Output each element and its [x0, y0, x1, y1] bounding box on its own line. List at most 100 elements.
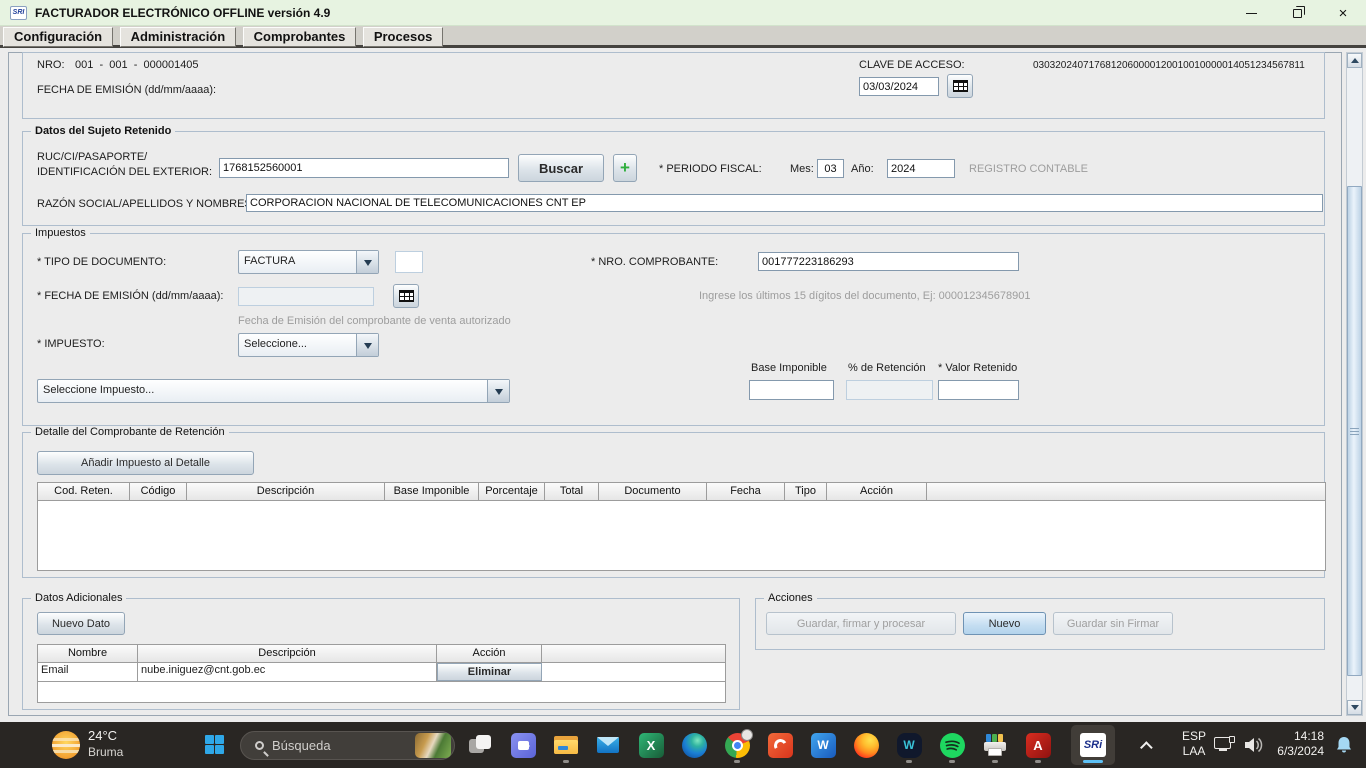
foxit-pdf-icon — [768, 733, 793, 758]
window-title: FACTURADOR ELECTRÓNICO OFFLINE versión 4… — [35, 6, 330, 20]
menu-procesos[interactable]: Procesos — [363, 27, 444, 47]
pct-retencion-input[interactable] — [846, 380, 933, 400]
guardar-sin-firmar-button[interactable]: Guardar sin Firmar — [1053, 612, 1173, 635]
fecha-emision-label: FECHA DE EMISIÓN (dd/mm/aaaa): — [37, 84, 216, 96]
weather-desc[interactable]: Bruma — [88, 745, 123, 759]
search-icon — [255, 741, 264, 750]
weather-icon[interactable] — [52, 731, 80, 759]
edge-button[interactable] — [674, 725, 714, 765]
taskbar: 24°C Bruma Búsqueda — [0, 722, 1366, 768]
spotify-button[interactable] — [932, 725, 972, 765]
close-button[interactable]: × — [1320, 0, 1366, 26]
col-header-total: Total — [545, 483, 599, 501]
cell-descripcion: nube.iniguez@cnt.gob.ec — [138, 663, 437, 681]
chat-button[interactable] — [503, 725, 543, 765]
minimize-button[interactable] — [1228, 0, 1274, 26]
mail-button[interactable] — [588, 725, 628, 765]
scroll-down-button[interactable] — [1347, 700, 1362, 715]
chrome-button[interactable] — [717, 725, 757, 765]
acciones-box: Acciones Guardar, firmar y procesar Nuev… — [755, 598, 1325, 650]
language-bottom: LAA — [1182, 744, 1206, 759]
window-controls: × — [1228, 0, 1366, 26]
sri-facturador-icon: SRi — [1080, 733, 1106, 757]
excel-button[interactable]: X — [631, 725, 671, 765]
volume-button[interactable] — [1243, 735, 1267, 755]
task-view-button[interactable] — [460, 725, 500, 765]
language-top: ESP — [1182, 729, 1206, 744]
ruc-input[interactable] — [219, 158, 509, 178]
chevron-down-icon — [487, 380, 509, 402]
search-box[interactable]: Búsqueda — [240, 731, 455, 760]
razon-social-label: RAZÓN SOCIAL/APELLIDOS Y NOMBRES: — [37, 198, 255, 210]
sri-facturador-button[interactable]: SRi — [1071, 725, 1115, 765]
start-button[interactable] — [205, 735, 224, 754]
menu-administracion[interactable]: Administración — [120, 27, 237, 47]
fecha-emision-doc-calendar-button[interactable] — [393, 284, 419, 308]
tipo-documento-select[interactable]: FACTURA — [238, 250, 379, 274]
fecha-emision-calendar-button[interactable] — [947, 74, 973, 98]
fecha-emision-doc-input[interactable] — [238, 287, 374, 306]
minimize-icon — [1246, 13, 1257, 14]
clock[interactable]: 14:18 6/3/2024 — [1272, 729, 1324, 759]
webex-button[interactable]: W — [889, 725, 929, 765]
anio-input[interactable] — [887, 159, 955, 178]
tipo-documento-label: * TIPO DE DOCUMENTO: — [37, 256, 166, 268]
ruc-label-line2: IDENTIFICACIÓN DEL EXTERIOR: — [37, 166, 212, 178]
foxit-pdf-button[interactable] — [760, 725, 800, 765]
chrome-icon — [725, 733, 750, 758]
impuesto-label: * IMPUESTO: — [37, 338, 105, 350]
tray-time: 14:18 — [1272, 729, 1324, 744]
word-button[interactable]: W — [803, 725, 843, 765]
impuesto-select[interactable]: Seleccione... — [238, 333, 379, 357]
mes-input[interactable] — [817, 159, 844, 178]
razon-social-input[interactable] — [246, 194, 1323, 212]
weather-temp[interactable]: 24°C — [88, 728, 117, 743]
nuevo-button[interactable]: Nuevo — [963, 612, 1046, 635]
arrow-up-icon — [1351, 54, 1359, 63]
nro-value: 001 - 001 - 000001405 — [75, 59, 199, 71]
task-view-icon — [467, 732, 493, 758]
guardar-firmar-procesar-button[interactable]: Guardar, firmar y procesar — [766, 612, 956, 635]
notifications-button[interactable] — [1333, 734, 1355, 756]
tray-date: 6/3/2024 — [1272, 744, 1324, 759]
nro-comprobante-hint: Ingrese los últimos 15 dígitos del docum… — [699, 290, 1030, 302]
add-sujeto-button[interactable]: + — [613, 154, 637, 182]
tray-chevron-button[interactable] — [1132, 725, 1164, 765]
buscar-button[interactable]: Buscar — [518, 154, 604, 182]
scrollbar-thumb[interactable] — [1347, 186, 1362, 676]
fecha-emision-input[interactable] — [859, 77, 939, 96]
nro-comprobante-input[interactable] — [758, 252, 1019, 271]
clave-acceso-value: 0303202407176812060000120010010000014051… — [1033, 60, 1305, 71]
anadir-impuesto-button[interactable]: Añadir Impuesto al Detalle — [37, 451, 254, 475]
impuesto-detalle-select[interactable]: Seleccione Impuesto... — [37, 379, 510, 403]
close-icon: × — [1339, 6, 1348, 21]
registro-contable-label: REGISTRO CONTABLE — [969, 163, 1088, 175]
menu-configuracion[interactable]: Configuración — [3, 27, 113, 47]
acrobat-button[interactable]: A — [1018, 725, 1058, 765]
valor-retenido-input[interactable] — [938, 380, 1019, 400]
col-header-tipo: Tipo — [785, 483, 827, 501]
impuestos-box: Impuestos * TIPO DE DOCUMENTO: FACTURA *… — [22, 233, 1325, 426]
nuevo-dato-button[interactable]: Nuevo Dato — [37, 612, 125, 635]
col-header-accion: Acción — [827, 483, 927, 501]
firefox-button[interactable] — [846, 725, 886, 765]
scroll-up-button[interactable] — [1347, 53, 1362, 68]
col-header-filler — [542, 645, 725, 663]
arrow-down-icon — [1351, 705, 1359, 714]
eliminar-button[interactable]: Eliminar — [437, 663, 542, 681]
menu-bar: Configuración Administración Comprobante… — [0, 26, 1366, 48]
datos-adicionales-box: Datos Adicionales Nuevo Dato Nombre Desc… — [22, 598, 740, 710]
network-button[interactable] — [1213, 736, 1235, 754]
base-imponible-input[interactable] — [749, 380, 834, 400]
language-indicator[interactable]: ESP LAA — [1182, 729, 1206, 759]
vertical-scrollbar[interactable] — [1346, 52, 1363, 716]
col-header-porcentaje: Porcentaje — [479, 483, 545, 501]
col-header-codigo: Código — [130, 483, 187, 501]
detalle-table-header: Cod. Reten. Código Descripción Base Impo… — [38, 483, 1325, 501]
calendar-icon — [953, 80, 968, 92]
menu-comprobantes[interactable]: Comprobantes — [243, 27, 357, 47]
file-explorer-button[interactable] — [546, 725, 586, 765]
clave-acceso-label: CLAVE DE ACCESO: — [859, 59, 965, 71]
printer-button[interactable] — [975, 725, 1015, 765]
restore-button[interactable] — [1274, 0, 1320, 26]
